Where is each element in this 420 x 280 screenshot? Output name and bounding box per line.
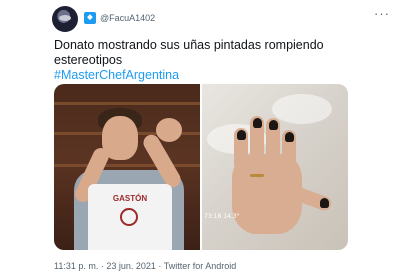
painted-nail	[253, 118, 262, 128]
more-options-icon[interactable]: ···	[374, 6, 390, 21]
apron-name: GASTÓN	[112, 194, 148, 203]
ring	[250, 174, 264, 177]
painted-nail	[237, 130, 246, 140]
tweet-body: Donato mostrando sus uñas pintadas rompi…	[54, 38, 324, 67]
shelf-line	[54, 102, 200, 105]
author-handle[interactable]: @FacuA1402	[100, 13, 155, 23]
avatar[interactable]	[52, 6, 78, 32]
tweet-text: Donato mostrando sus uñas pintadas rompi…	[54, 38, 354, 83]
overlay-left: 73:18	[204, 213, 222, 220]
media-grid: GASTÓN 73:18 14.3°	[54, 84, 348, 250]
media-image-hand[interactable]: 73:18 14.3°	[202, 84, 348, 250]
painted-nail	[320, 198, 329, 208]
tweet-card: ◆ @FacuA1402 ··· Donato mostrando sus uñ…	[0, 0, 420, 280]
tweet-timestamp[interactable]: 11:31 p. m. · 23 jun. 2021 · Twitter for…	[54, 261, 236, 271]
heart-hands	[156, 118, 182, 142]
hashtag-link[interactable]: #MasterChefArgentina	[54, 68, 354, 83]
masterchef-logo-icon	[120, 208, 138, 226]
chef-head	[102, 116, 138, 160]
painted-nail	[269, 120, 278, 130]
author-row: ◆ @FacuA1402	[84, 12, 155, 24]
account-badge-icon: ◆	[84, 12, 96, 24]
media-image-chef[interactable]: GASTÓN	[54, 84, 200, 250]
cloth-fold	[272, 94, 332, 124]
image-overlay-text: 73:18 14.3°	[204, 213, 240, 220]
shelf-line	[54, 164, 200, 167]
painted-nail	[285, 132, 294, 142]
overlay-right: 14.3°	[223, 213, 240, 220]
